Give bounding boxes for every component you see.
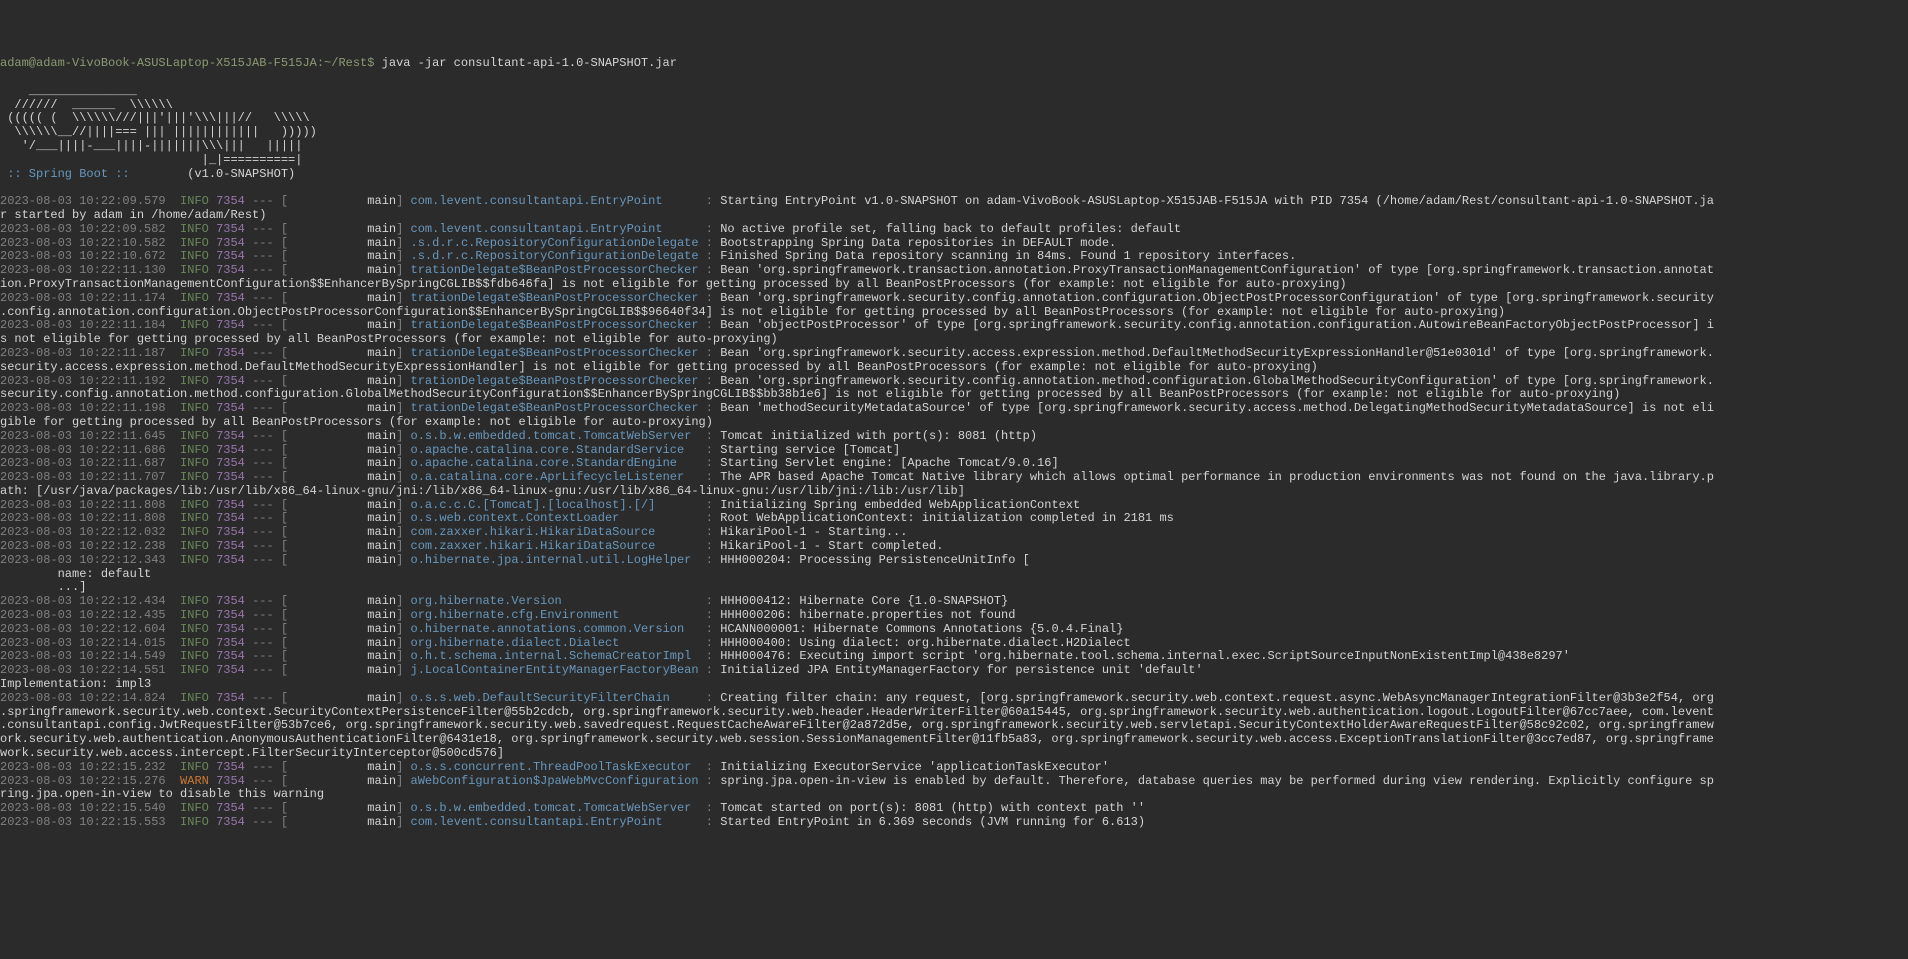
log-continuation: gible for getting processed by all BeanP… xyxy=(0,416,1908,430)
log-line: 2023-08-03 10:22:14.824 INFO 7354 --- [ … xyxy=(0,692,1908,706)
log-line: 2023-08-03 10:22:14.015 INFO 7354 --- [ … xyxy=(0,637,1908,651)
ascii-art-line: ((((( ( \\\\\\///|||'|||'\\\|||// \\\\\ xyxy=(0,112,1908,126)
log-continuation: name: default xyxy=(0,568,1908,582)
log-line: 2023-08-03 10:22:11.130 INFO 7354 --- [ … xyxy=(0,264,1908,278)
log-line: 2023-08-03 10:22:11.174 INFO 7354 --- [ … xyxy=(0,292,1908,306)
log-line: 2023-08-03 10:22:11.184 INFO 7354 --- [ … xyxy=(0,319,1908,333)
log-line: 2023-08-03 10:22:11.686 INFO 7354 --- [ … xyxy=(0,444,1908,458)
log-line: 2023-08-03 10:22:11.707 INFO 7354 --- [ … xyxy=(0,471,1908,485)
ascii-art-line: _______________ xyxy=(0,85,1908,99)
shell-prompt-line: adam@adam-VivoBook-ASUSLaptop-X515JAB-F5… xyxy=(0,57,1908,71)
terminal-output[interactable]: adam@adam-VivoBook-ASUSLaptop-X515JAB-F5… xyxy=(0,57,1908,830)
log-continuation: s not eligible for getting processed by … xyxy=(0,333,1908,347)
log-continuation: security.config.annotation.method.config… xyxy=(0,388,1908,402)
log-line: 2023-08-03 10:22:12.032 INFO 7354 --- [ … xyxy=(0,526,1908,540)
log-line: 2023-08-03 10:22:11.687 INFO 7354 --- [ … xyxy=(0,457,1908,471)
log-line: 2023-08-03 10:22:11.645 INFO 7354 --- [ … xyxy=(0,430,1908,444)
log-line: 2023-08-03 10:22:10.582 INFO 7354 --- [ … xyxy=(0,237,1908,251)
log-continuation: security.access.expression.method.Defaul… xyxy=(0,361,1908,375)
log-continuation: ath: [/usr/java/packages/lib:/usr/lib/x8… xyxy=(0,485,1908,499)
log-line: 2023-08-03 10:22:11.808 INFO 7354 --- [ … xyxy=(0,512,1908,526)
log-continuation: r started by adam in /home/adam/Rest) xyxy=(0,209,1908,223)
log-continuation: .config.annotation.configuration.ObjectP… xyxy=(0,306,1908,320)
log-line: 2023-08-03 10:22:14.551 INFO 7354 --- [ … xyxy=(0,664,1908,678)
log-line: 2023-08-03 10:22:09.579 INFO 7354 --- [ … xyxy=(0,195,1908,209)
ascii-art-line: '/___||||-___||||-|||||||\\\||| ||||| xyxy=(0,140,1908,154)
log-line: 2023-08-03 10:22:12.434 INFO 7354 --- [ … xyxy=(0,595,1908,609)
log-line: 2023-08-03 10:22:14.549 INFO 7354 --- [ … xyxy=(0,650,1908,664)
log-line: 2023-08-03 10:22:15.276 WARN 7354 --- [ … xyxy=(0,775,1908,789)
log-continuation: ork.security.web.authentication.Anonymou… xyxy=(0,733,1908,747)
log-line: 2023-08-03 10:22:15.540 INFO 7354 --- [ … xyxy=(0,802,1908,816)
log-line: 2023-08-03 10:22:10.672 INFO 7354 --- [ … xyxy=(0,250,1908,264)
log-line: 2023-08-03 10:22:12.604 INFO 7354 --- [ … xyxy=(0,623,1908,637)
log-line: 2023-08-03 10:22:11.198 INFO 7354 --- [ … xyxy=(0,402,1908,416)
log-line: 2023-08-03 10:22:12.238 INFO 7354 --- [ … xyxy=(0,540,1908,554)
log-line: 2023-08-03 10:22:12.343 INFO 7354 --- [ … xyxy=(0,554,1908,568)
log-line: 2023-08-03 10:22:12.435 INFO 7354 --- [ … xyxy=(0,609,1908,623)
ascii-art-line: |_|==========| xyxy=(0,154,1908,168)
log-line: 2023-08-03 10:22:11.192 INFO 7354 --- [ … xyxy=(0,375,1908,389)
log-line: 2023-08-03 10:22:11.808 INFO 7354 --- [ … xyxy=(0,499,1908,513)
log-continuation: ...] xyxy=(0,581,1908,595)
log-continuation: .consultantapi.config.JwtRequestFilter@5… xyxy=(0,719,1908,733)
log-line: 2023-08-03 10:22:09.582 INFO 7354 --- [ … xyxy=(0,223,1908,237)
log-continuation: ring.jpa.open-in-view to disable this wa… xyxy=(0,788,1908,802)
ascii-art-line: \\\\\\__//||||=== ||| |||||||||||| ))))) xyxy=(0,126,1908,140)
log-line: 2023-08-03 10:22:11.187 INFO 7354 --- [ … xyxy=(0,347,1908,361)
spring-boot-banner: :: Spring Boot :: (v1.0-SNAPSHOT) xyxy=(0,168,1908,182)
log-continuation: ion.ProxyTransactionManagementConfigurat… xyxy=(0,278,1908,292)
log-line: 2023-08-03 10:22:15.232 INFO 7354 --- [ … xyxy=(0,761,1908,775)
log-line: 2023-08-03 10:22:15.553 INFO 7354 --- [ … xyxy=(0,816,1908,830)
log-continuation: Implementation: impl3 xyxy=(0,678,1908,692)
log-continuation: .springframework.security.web.context.Se… xyxy=(0,706,1908,720)
log-continuation: work.security.web.access.intercept.Filte… xyxy=(0,747,1908,761)
ascii-art-line: ////// ______ \\\\\\ xyxy=(0,99,1908,113)
